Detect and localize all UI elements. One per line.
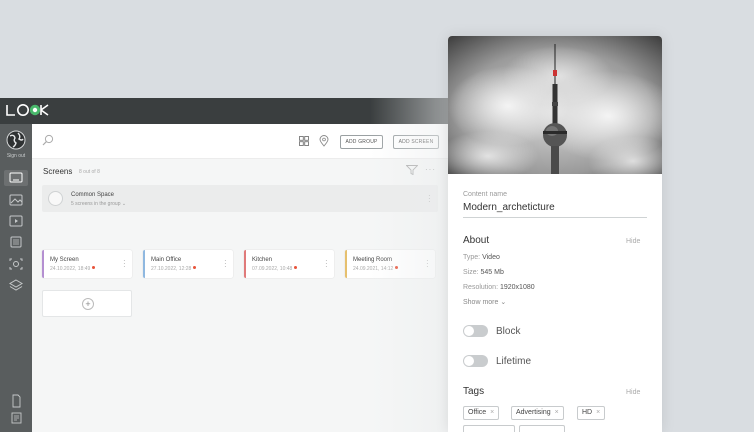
- card-color-bar: [345, 250, 347, 278]
- group-subtitle: 5 screens in the group ⌄: [71, 201, 127, 207]
- tag-chip: Advertising ×: [511, 406, 564, 420]
- add-screen-button[interactable]: ADD SCREEN: [393, 135, 439, 149]
- screen-card[interactable]: My Screen 24.10.2022, 18:49 · · ·: [42, 250, 132, 278]
- tags-hide-link[interactable]: Hide: [626, 389, 640, 396]
- lifetime-label: Lifetime: [496, 356, 532, 367]
- tag-chip-partial: [463, 425, 515, 432]
- playlist-icon[interactable]: [8, 214, 24, 228]
- kebab-menu-icon[interactable]: · · ·: [123, 257, 127, 271]
- group-avatar: [48, 191, 63, 206]
- gallery-icon[interactable]: [8, 193, 24, 207]
- lifetime-toggle[interactable]: [463, 355, 488, 367]
- grid-view-icon[interactable]: [299, 136, 309, 146]
- layers-icon[interactable]: [8, 279, 24, 293]
- screen-card[interactable]: Meeting Room 24.09.2021, 14:12 · · ·: [345, 250, 435, 278]
- screens-icon[interactable]: [4, 170, 28, 186]
- card-name: Main Office: [151, 257, 182, 263]
- card-name: Meeting Room: [353, 257, 393, 263]
- screens-title: Screens: [43, 167, 73, 176]
- content-detail-panel: Content name Modern_archeticture About H…: [448, 36, 662, 432]
- scan-icon[interactable]: [8, 257, 24, 271]
- top-toolbar: ADD GROUP ADD SCREEN: [32, 124, 448, 159]
- kebab-menu-icon[interactable]: · · ·: [428, 192, 432, 206]
- status-dot: [294, 266, 298, 269]
- remove-tag-icon[interactable]: ×: [596, 409, 600, 416]
- status-dot: [193, 266, 197, 269]
- toggle-knob: [464, 326, 474, 336]
- map-pin-icon[interactable]: [319, 135, 329, 147]
- kebab-menu-icon[interactable]: · · ·: [426, 257, 430, 271]
- plus-icon[interactable]: +: [82, 298, 94, 310]
- field-underline: [463, 217, 647, 218]
- status-dot: [395, 266, 399, 269]
- more-options-icon[interactable]: ···: [425, 165, 436, 174]
- tag-chip: Office ×: [463, 406, 500, 420]
- block-label: Block: [496, 326, 521, 337]
- card-name: Kitchen: [252, 257, 273, 263]
- card-color-bar: [244, 250, 246, 278]
- card-color-bar: [143, 250, 145, 278]
- group-name: Common Space: [71, 192, 115, 198]
- tags-title: Tags: [463, 386, 485, 397]
- screen-group-row[interactable]: Common Space 5 screens in the group ⌄ · ·…: [42, 185, 438, 212]
- tag-chip: HD ×: [577, 406, 606, 420]
- search-icon[interactable]: [42, 134, 54, 146]
- size-row: Size: 545 Mb: [463, 269, 504, 276]
- document-icon[interactable]: [8, 394, 24, 408]
- sidebar: Sign out: [0, 124, 32, 432]
- card-timestamp: 27.10.2022, 12:28: [151, 266, 197, 272]
- kebab-menu-icon[interactable]: · · ·: [224, 257, 228, 271]
- status-dot: [92, 266, 96, 269]
- chevron-down-icon: ⌄: [500, 299, 507, 306]
- globe-icon[interactable]: [6, 130, 26, 150]
- app-window: Sign out ADD GROUP ADD SCREEN Screens 8 …: [0, 98, 448, 432]
- block-toggle[interactable]: [463, 325, 488, 337]
- remove-tag-icon[interactable]: ×: [490, 409, 494, 416]
- filter-icon[interactable]: [406, 165, 418, 175]
- toggle-knob: [464, 356, 474, 366]
- list-icon[interactable]: [8, 235, 24, 249]
- notes-icon[interactable]: [8, 411, 24, 425]
- kebab-menu-icon[interactable]: · · ·: [325, 257, 329, 271]
- chevron-down-icon[interactable]: ⌄: [122, 201, 126, 207]
- look-logo: [6, 104, 49, 116]
- screens-content: ADD GROUP ADD SCREEN Screens 8 out of 8 …: [32, 124, 448, 432]
- card-timestamp: 07.09.2022, 10:48: [252, 266, 298, 272]
- title-bar: [0, 98, 448, 124]
- type-row: Type: Video: [463, 254, 500, 261]
- show-more-link[interactable]: Show more ⌄: [463, 298, 506, 306]
- about-title: About: [463, 235, 490, 246]
- screen-card[interactable]: Main Office 27.10.2022, 12:28 · · ·: [143, 250, 233, 278]
- card-timestamp: 24.09.2021, 14:12: [353, 266, 399, 272]
- card-timestamp: 24.10.2022, 18:49: [50, 266, 96, 272]
- add-group-button[interactable]: ADD GROUP: [340, 135, 383, 149]
- screens-count: 8 out of 8: [79, 169, 100, 175]
- content-preview-image: [448, 36, 662, 174]
- tag-chip-partial: [519, 425, 565, 432]
- content-name-label: Content name: [463, 191, 507, 198]
- add-screen-card[interactable]: +: [42, 290, 132, 317]
- content-name-field[interactable]: Modern_archeticture: [463, 202, 555, 213]
- about-hide-link[interactable]: Hide: [626, 238, 640, 245]
- screen-card[interactable]: Kitchen 07.09.2022, 10:48 · · ·: [244, 250, 334, 278]
- resolution-row: Resolution: 1920x1080: [463, 284, 535, 291]
- remove-tag-icon[interactable]: ×: [555, 409, 559, 416]
- card-name: My Screen: [50, 257, 79, 263]
- sign-out-link[interactable]: Sign out: [0, 153, 32, 159]
- card-color-bar: [42, 250, 44, 278]
